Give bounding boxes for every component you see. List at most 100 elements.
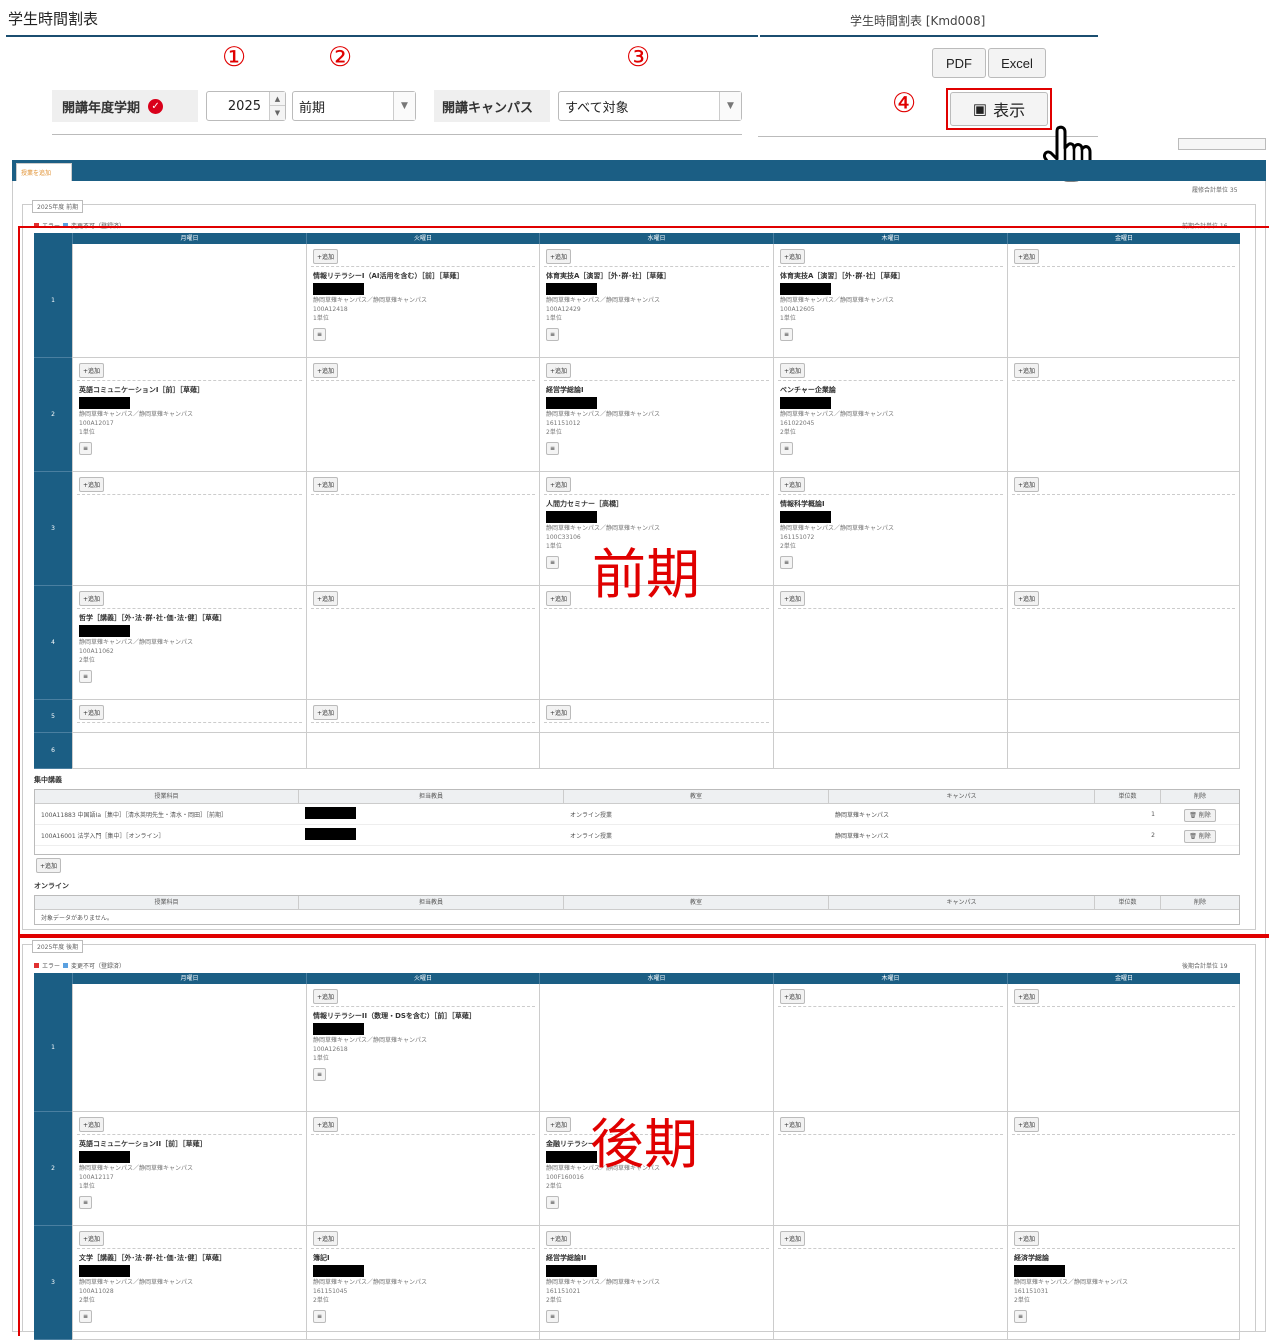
memo-icon[interactable]: ≡ [780, 442, 793, 455]
intensive-add-button[interactable]: +追加 [36, 858, 62, 873]
show-button[interactable]: ▣ 表示 [950, 92, 1048, 126]
add-course-button[interactable]: +追加 [79, 477, 105, 492]
course-title[interactable]: 英語コミュニケーションII［前］［草薙］ [79, 1139, 297, 1149]
course-title[interactable]: 経済学総論 [1014, 1253, 1232, 1263]
add-course-button[interactable]: +追加 [313, 989, 339, 1004]
delete-button[interactable]: 🗑 削除 [1184, 808, 1216, 822]
chevron-down-icon[interactable]: ▼ [393, 92, 415, 120]
course-campus: 静岡草薙キャンパス／静岡草薙キャンパス [546, 297, 661, 304]
stepper-down-icon[interactable]: ▼ [270, 106, 285, 120]
add-course-button[interactable]: +追加 [546, 477, 572, 492]
delete-button[interactable]: 🗑 削除 [1184, 829, 1216, 843]
add-course-button[interactable]: +追加 [546, 249, 572, 264]
add-course-button[interactable]: +追加 [79, 1231, 105, 1246]
term-select[interactable]: 前期 ▼ [292, 91, 416, 121]
add-course-button[interactable]: +追加 [780, 477, 806, 492]
add-course-button[interactable]: +追加 [1014, 989, 1040, 1004]
course-cell: 100A16001 法学入門［集中］［オンライン］ [41, 832, 165, 840]
chevron-down-icon[interactable]: ▼ [719, 92, 741, 120]
course-code: 161151072 [780, 534, 815, 541]
add-course-button[interactable]: +追加 [313, 705, 339, 720]
add-course-button[interactable]: +追加 [780, 989, 806, 1004]
pdf-button[interactable]: PDF [932, 48, 986, 78]
memo-icon[interactable]: ≡ [79, 1310, 92, 1323]
course-title[interactable]: 経営学総論II [546, 1253, 764, 1263]
memo-icon[interactable]: ≡ [546, 328, 559, 341]
add-course-button[interactable]: +追加 [780, 249, 806, 264]
course-title[interactable]: 情報リテラシーII（数理・DSを含む）［前］［草薙］ [313, 1011, 531, 1021]
add-course-button[interactable]: +追加 [313, 477, 339, 492]
add-course-button[interactable]: +追加 [546, 363, 572, 378]
course-title[interactable]: 簿記I [313, 1253, 531, 1263]
add-course-button[interactable]: +追加 [1014, 249, 1040, 264]
day-header: 金曜日 [1007, 973, 1240, 984]
course-title[interactable]: ベンチャー企業論 [780, 385, 998, 395]
add-course-button[interactable]: +追加 [313, 591, 339, 606]
add-course-button[interactable]: +追加 [780, 363, 806, 378]
memo-icon[interactable]: ≡ [1014, 1310, 1027, 1323]
memo-icon[interactable]: ≡ [546, 442, 559, 455]
memo-icon[interactable]: ≡ [546, 556, 559, 569]
add-course-button[interactable]: +追加 [313, 249, 339, 264]
course-code: 161151031 [1014, 1288, 1049, 1295]
redacted-instructor [79, 1265, 130, 1277]
cell-divider [1012, 1006, 1235, 1007]
cell-divider [311, 608, 535, 609]
add-course-button[interactable]: +追加 [313, 363, 339, 378]
add-course-button[interactable]: +追加 [79, 705, 105, 720]
course-title[interactable]: 体育実技A［演習］［外･群･社］［草薙］ [780, 271, 998, 281]
course-campus: 静岡草薙キャンパス／静岡草薙キャンパス [79, 1165, 194, 1172]
add-course-button[interactable]: +追加 [1014, 1231, 1040, 1246]
add-course-button[interactable]: +追加 [780, 1117, 806, 1132]
year-input[interactable]: 2025 ▲ ▼ [206, 91, 286, 121]
add-course-button[interactable]: +追加 [313, 1231, 339, 1246]
binoculars-icon: ▣ [972, 101, 988, 118]
spring-annotation-label: 前期 [592, 543, 700, 606]
add-course-button[interactable]: +追加 [546, 1117, 572, 1132]
course-title[interactable]: 情報科学概論I [780, 499, 998, 509]
add-course-button[interactable]: +追加 [79, 363, 105, 378]
add-course-button[interactable]: +追加 [780, 1231, 806, 1246]
memo-icon[interactable]: ≡ [79, 442, 92, 455]
add-course-button[interactable]: +追加 [79, 591, 105, 606]
add-course-button[interactable]: +追加 [79, 1117, 105, 1132]
add-course-button[interactable]: +追加 [1014, 591, 1040, 606]
online-heading: オンライン [34, 882, 69, 890]
toolbar-small-button[interactable] [1178, 138, 1266, 150]
course-title[interactable]: 人間力セミナー［高橋］ [546, 499, 764, 509]
course-title[interactable]: 情報リテラシーI（AI活用を含む）［前］［草薙］ [313, 271, 531, 281]
course-title[interactable]: 経営学総論I [546, 385, 764, 395]
add-course-button[interactable]: +追加 [546, 591, 572, 606]
course-title[interactable]: 哲学［講義］［外･法･群･社･価･法･健］［草薙］ [79, 613, 297, 623]
add-course-button[interactable]: +追加 [546, 1231, 572, 1246]
memo-icon[interactable]: ≡ [79, 1196, 92, 1209]
stepper-up-icon[interactable]: ▲ [270, 92, 285, 106]
memo-icon[interactable]: ≡ [546, 1196, 559, 1209]
excel-button[interactable]: Excel [988, 48, 1046, 78]
add-course-button[interactable]: +追加 [1014, 477, 1040, 492]
add-course-button[interactable]: +追加 [1014, 363, 1040, 378]
course-title[interactable]: 文学［講義］［外･法･群･社･価･法･健］［草薙］ [79, 1253, 297, 1263]
campus-select[interactable]: すべて対象 ▼ [558, 91, 742, 121]
course-title[interactable]: 英語コミュニケーションI［前］［草薙］ [79, 385, 297, 395]
period-label: 2 [34, 1112, 72, 1226]
spring-legend: 2025年度 前期 [32, 200, 84, 213]
add-course-button[interactable]: +追加 [780, 591, 806, 606]
course-code: 100A12418 [313, 306, 348, 313]
add-course-button[interactable]: +追加 [1014, 1117, 1040, 1132]
memo-icon[interactable]: ≡ [79, 670, 92, 683]
memo-icon[interactable]: ≡ [313, 1310, 326, 1323]
course-credits: 1単位 [546, 543, 562, 550]
redacted-instructor [79, 397, 130, 409]
memo-icon[interactable]: ≡ [546, 1310, 559, 1323]
add-course-button[interactable]: +追加 [313, 1117, 339, 1132]
course-title[interactable]: 体育実技A［演習］［外･群･社］［草薙］ [546, 271, 764, 281]
memo-icon[interactable]: ≡ [780, 328, 793, 341]
memo-icon[interactable]: ≡ [313, 1068, 326, 1081]
timetable-cell: +追加 [1007, 244, 1240, 358]
memo-icon[interactable]: ≡ [313, 328, 326, 341]
tab-add-course[interactable]: 授業を追加 [16, 163, 72, 181]
add-course-button[interactable]: +追加 [546, 705, 572, 720]
memo-icon[interactable]: ≡ [780, 556, 793, 569]
year-stepper[interactable]: ▲ ▼ [269, 92, 285, 120]
